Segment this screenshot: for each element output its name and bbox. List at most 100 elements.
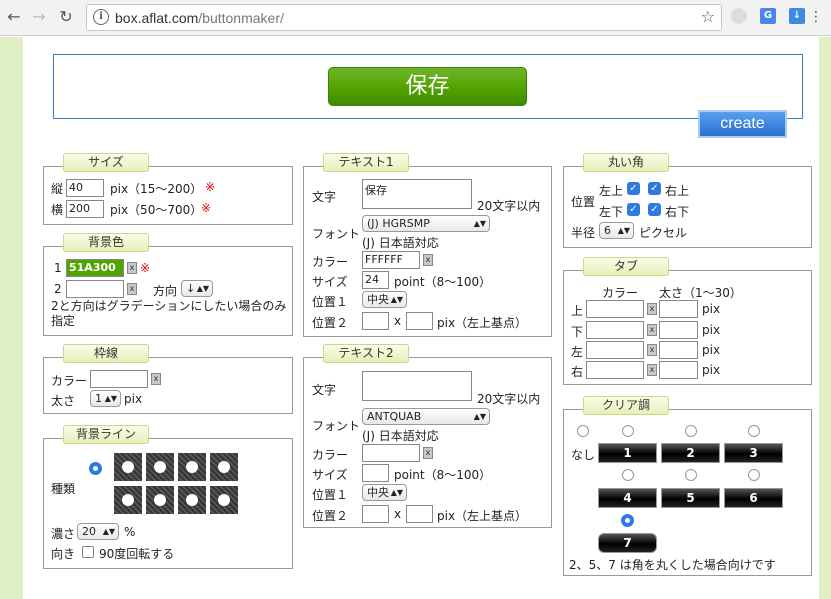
bgline-radio-selected[interactable] <box>89 462 102 475</box>
text1-font-select[interactable]: (J) HGRSMP ▲▼ <box>362 215 490 232</box>
bgcolor1-input[interactable]: 51A300 <box>66 259 124 277</box>
text2-size-input[interactable] <box>362 464 389 482</box>
bgcolor2-clear-button[interactable]: x <box>127 283 137 295</box>
clear-option-5[interactable]: 5 <box>661 488 720 508</box>
corner-bottom-left-checkbox[interactable]: ✓ <box>627 203 640 216</box>
text2-font-select[interactable]: ANTQUAB ▲▼ <box>362 408 490 425</box>
clear-option-3[interactable]: 3 <box>724 443 783 463</box>
density-select[interactable]: 20 ▲▼ <box>77 523 119 540</box>
rotate-checkbox[interactable] <box>82 546 94 558</box>
tab-right-size-input[interactable] <box>659 361 698 379</box>
download-icon[interactable]: ↓ <box>789 8 805 24</box>
text1-textarea[interactable]: 保存 <box>362 179 472 209</box>
text2-pos2-x-input[interactable] <box>362 505 389 523</box>
clear-radio-2[interactable] <box>685 425 697 437</box>
clear-option-1[interactable]: 1 <box>598 443 657 463</box>
corner-pos-label: 位置 <box>571 195 596 209</box>
tab-right-clear-button[interactable]: x <box>647 364 657 376</box>
text1-text-hint: 20文字以内 <box>477 199 541 213</box>
height-label: 縦 <box>51 182 64 196</box>
text2-color-clear-button[interactable]: x <box>423 447 433 459</box>
clear-radio-none[interactable] <box>577 425 589 437</box>
text2-font-value: ANTQUAB <box>367 410 422 423</box>
bgcolor2-input[interactable] <box>66 280 124 298</box>
clear-none-label: なし <box>571 448 596 462</box>
height-input[interactable]: 40 <box>66 179 104 197</box>
text2-textarea[interactable] <box>362 371 472 401</box>
clear-radio-5[interactable] <box>685 469 697 481</box>
border-color-clear-button[interactable]: x <box>151 373 161 385</box>
menu-icon[interactable]: ⋮ <box>806 7 826 27</box>
extension-icon[interactable] <box>731 8 747 24</box>
clear-radio-3[interactable] <box>748 425 760 437</box>
bgline-pattern-6[interactable] <box>145 485 175 515</box>
text1-size-input[interactable]: 24 <box>362 271 389 289</box>
info-icon[interactable]: i <box>93 9 109 25</box>
tab-left-clear-button[interactable]: x <box>647 344 657 356</box>
clear-option-4[interactable]: 4 <box>598 488 657 508</box>
translate-icon[interactable]: G <box>760 8 776 24</box>
tab-left-color-input[interactable] <box>586 341 644 359</box>
bgline-pattern-4[interactable] <box>209 452 239 482</box>
border-title: 枠線 <box>63 344 149 363</box>
clear-radio-1[interactable] <box>622 425 634 437</box>
forward-icon[interactable]: → <box>29 7 49 27</box>
text1-pos2-label: 位置２ <box>312 316 349 330</box>
corner-bottom-right-checkbox[interactable]: ✓ <box>648 203 661 216</box>
preview-button[interactable]: 保存 <box>328 67 527 106</box>
clear-radio-4[interactable] <box>622 469 634 481</box>
orient-label: 向き <box>51 547 76 561</box>
text2-color-input[interactable] <box>362 444 420 462</box>
bgcolor2-label: 2 <box>54 282 62 296</box>
bgline-pattern-7[interactable] <box>177 485 207 515</box>
tab-top-clear-button[interactable]: x <box>647 303 657 315</box>
text1-title: テキスト1 <box>323 153 409 172</box>
bgline-pattern-1[interactable] <box>113 452 143 482</box>
tab-top-color-input[interactable] <box>586 300 644 318</box>
tab-top-size-input[interactable] <box>659 300 698 318</box>
text1-pos2-y-input[interactable] <box>406 312 433 330</box>
border-width-select[interactable]: 1 ▲▼ <box>90 390 121 407</box>
tab-right-unit: pix <box>702 363 721 377</box>
bgline-pattern-2[interactable] <box>145 452 175 482</box>
tab-bottom-size-input[interactable] <box>659 321 698 339</box>
direction-select[interactable]: ↓ ▲▼ <box>181 280 213 297</box>
clear-radio-7-selected[interactable] <box>621 514 634 527</box>
reload-icon[interactable]: ↻ <box>56 7 76 27</box>
tab-left-size-input[interactable] <box>659 341 698 359</box>
create-button[interactable]: create <box>698 110 787 138</box>
bgcolor1-clear-button[interactable]: x <box>127 262 137 274</box>
border-color-input[interactable] <box>90 370 148 388</box>
clear-option-6[interactable]: 6 <box>724 488 783 508</box>
width-input[interactable]: 200 <box>66 200 104 218</box>
corner-top-left-checkbox[interactable]: ✓ <box>627 182 640 195</box>
corner-bottom-left-label: 左下 <box>599 205 624 219</box>
text2-pos2-y-input[interactable] <box>406 505 433 523</box>
tab-bottom-color-input[interactable] <box>586 321 644 339</box>
bgcolor1-label: 1 <box>54 261 62 275</box>
bookmark-star-icon[interactable]: ☆ <box>701 7 715 26</box>
clear-option-2[interactable]: 2 <box>661 443 720 463</box>
clear-option-7[interactable]: 7 <box>598 533 657 553</box>
tab-bottom-clear-button[interactable]: x <box>647 324 657 336</box>
text2-pos1-select[interactable]: 中央 ▲▼ <box>362 484 407 501</box>
bgline-pattern-3[interactable] <box>177 452 207 482</box>
text1-pos1-select[interactable]: 中央 ▲▼ <box>362 291 407 308</box>
bgline-pattern-5[interactable] <box>113 485 143 515</box>
tab-row-top-label: 上 <box>571 304 584 318</box>
text1-color-input[interactable]: FFFFFF <box>362 251 420 269</box>
bgline-pattern-8[interactable] <box>209 485 239 515</box>
text2-pos2-label: 位置２ <box>312 509 349 523</box>
tab-right-color-input[interactable] <box>586 361 644 379</box>
address-bar[interactable]: i box.aflat.com/buttonmaker/ ☆ <box>86 4 722 31</box>
text2-pos2-hint: pix（左上基点） <box>437 509 528 523</box>
tab-bottom-unit: pix <box>702 323 721 337</box>
text1-color-clear-button[interactable]: x <box>423 254 433 266</box>
text1-pos2-x-input[interactable] <box>362 312 389 330</box>
border-color-label: カラー <box>51 374 88 388</box>
radius-select[interactable]: 6 ▲▼ <box>599 222 634 239</box>
left-margin <box>0 37 23 599</box>
clear-radio-6[interactable] <box>748 469 760 481</box>
corner-top-right-checkbox[interactable]: ✓ <box>648 182 661 195</box>
back-icon[interactable]: ← <box>4 7 24 27</box>
